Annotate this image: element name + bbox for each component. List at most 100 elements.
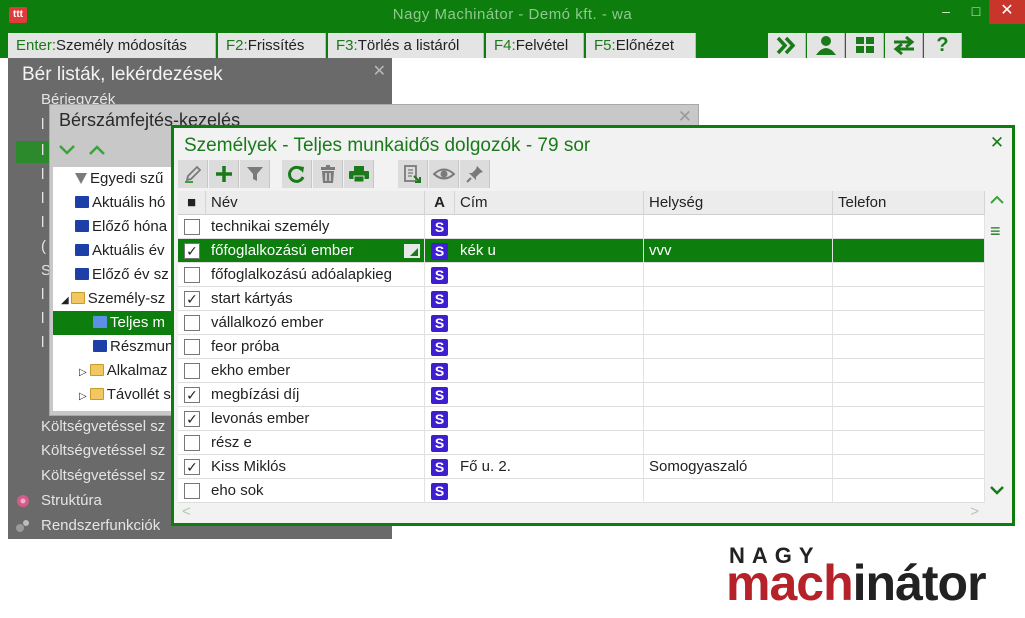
enter-modify-button[interactable]: Enter:Személy módosítás [8,33,216,58]
table-row[interactable]: technikai személy S [178,215,985,239]
nav-item-stub[interactable]: l [41,190,44,207]
f2-refresh-button[interactable]: F2:Frissítés [218,33,326,58]
print-button[interactable] [344,160,374,188]
row-checkbox[interactable]: ✓ [184,243,200,259]
row-checkbox[interactable] [184,435,200,451]
table-row[interactable]: feor próba S [178,335,985,359]
tree-item-person-folder[interactable]: ◢ Személy-sz [53,287,171,311]
row-checkbox[interactable] [184,339,200,355]
filter-button[interactable] [240,160,270,188]
tree-item-previous-year[interactable]: Előző év sz [53,263,171,287]
row-checkbox[interactable] [184,315,200,331]
table-row-selected[interactable]: ✓ főfoglalkozású ember S kék u vvv [178,239,985,263]
folder-icon [70,292,85,304]
scroll-up-icon[interactable] [990,195,1004,205]
nav-item-stub[interactable]: l [41,142,44,159]
grid-button[interactable] [846,33,884,58]
table-row[interactable]: ✓ Kiss Miklós S Fő u. 2. Somogyaszaló [178,455,985,479]
nav-item-stub[interactable]: l [41,214,44,231]
tree-item-part-time[interactable]: Részmun [53,335,171,359]
table-row[interactable]: ✓ start kártyás S [178,287,985,311]
cell-edit-handle-icon[interactable] [404,244,420,258]
column-header-address[interactable]: Cím [455,191,644,215]
add-icon [215,166,232,182]
close-button[interactable]: ✕ [989,0,1025,24]
tree-item-full-time[interactable]: Teljes m [53,311,171,335]
add-button[interactable] [209,160,239,188]
user-icon [816,36,836,55]
nav-item-koltsegvetes-2[interactable]: Költségvetéssel sz [41,442,165,459]
chevron-down-icon[interactable] [58,143,76,157]
row-checkbox[interactable] [184,267,200,283]
export-button[interactable] [398,160,428,188]
delete-button[interactable] [313,160,343,188]
main-toolbar: Enter:Személy módosítás F2:Frissítés F3:… [0,31,1025,58]
row-checkbox[interactable]: ✓ [184,459,200,475]
f5-preview-button[interactable]: F5:Előnézet [586,33,696,58]
row-checkbox[interactable] [184,219,200,235]
nav-item-stub[interactable]: l [41,166,44,183]
row-checkbox[interactable]: ✓ [184,387,200,403]
fast-forward-button[interactable] [768,33,806,58]
table-row[interactable]: ✓ megbízási díj S [178,383,985,407]
tree-item-current-year[interactable]: Aktuális év [53,239,171,263]
cell-name: főfoglalkozású adóalapkieg [206,263,425,287]
user-button[interactable] [807,33,845,58]
chevron-up-icon[interactable] [88,143,106,157]
nav-item-stub[interactable]: l [41,286,44,303]
vertical-scrollbar[interactable]: ≡ [986,191,1008,503]
refresh-button[interactable] [282,160,312,188]
scroll-left-icon[interactable]: < [182,503,191,520]
nav-item-koltsegvetes-3[interactable]: Költségvetéssel sz [41,467,165,484]
scroll-right-icon[interactable]: > [970,503,979,520]
table-row[interactable]: vállalkozó ember S [178,311,985,335]
panel-close-icon[interactable]: ✕ [373,61,386,81]
row-checkbox[interactable]: ✓ [184,291,200,307]
table-row[interactable]: főfoglalkozású adóalapkieg S [178,263,985,287]
maximize-button[interactable]: □ [963,0,989,24]
nav-item-rendszerfunkciok[interactable]: Rendszerfunkciók [41,517,160,534]
nav-item-stub[interactable]: l [41,310,44,327]
column-header-phone[interactable]: Telefon [833,191,985,215]
edit-button[interactable] [178,160,208,188]
nav-item-stub[interactable]: ( [41,238,46,255]
row-checkbox[interactable]: ✓ [184,411,200,427]
view-button[interactable] [429,160,459,188]
tree-item-current-month[interactable]: Aktuális hó [53,191,171,215]
swap-button[interactable] [885,33,923,58]
horizontal-scrollbar[interactable]: < > [178,503,985,521]
key-label: F5: [594,37,616,54]
table-row[interactable]: ✓ levonás ember S [178,407,985,431]
tree-item-custom-filter[interactable]: Egyedi szű [53,167,171,191]
panel-close-icon[interactable]: ✕ [678,107,692,127]
row-checkbox[interactable] [184,363,200,379]
tree-item-previous-month[interactable]: Előző hóna [53,215,171,239]
pin-button[interactable] [460,160,490,188]
tree-item-label: Előző hóna [92,218,168,235]
nav-item-stub[interactable]: l [41,334,44,351]
table-row[interactable]: ekho ember S [178,359,985,383]
scroll-down-icon[interactable] [990,485,1004,495]
status-badge: S [431,411,448,428]
f4-add-button[interactable]: F4:Felvétel [486,33,584,58]
cell-phone [833,239,985,263]
nav-item-struktura[interactable]: Struktúra [41,492,102,509]
column-header-name[interactable]: Név [206,191,425,215]
help-button[interactable]: ? [924,33,962,58]
column-header-a[interactable]: A [425,191,455,215]
column-header-city[interactable]: Helység [644,191,833,215]
nav-item-koltsegvetes-1[interactable]: Költségvetéssel sz [41,418,165,435]
tree-item-employment-folder[interactable]: ▷ Alkalmaz [53,359,171,383]
nav-item-stub[interactable]: l [41,116,44,133]
table-row[interactable]: eho sok S [178,479,985,503]
f3-delete-button[interactable]: F3:Törlés a listáról [328,33,484,58]
system-functions-icon [14,518,32,538]
select-all-checkbox[interactable]: ■ [178,191,206,215]
row-checkbox[interactable] [184,483,200,499]
table-header: ■ Név A Cím Helység Telefon [178,191,985,215]
tree-item-absence-folder[interactable]: ▷ Távollét s [53,383,171,407]
dialog-close-button[interactable]: ✕ [987,133,1007,153]
table-row[interactable]: rész e S [178,431,985,455]
minimize-button[interactable]: – [929,0,963,24]
scroll-menu-icon[interactable]: ≡ [990,221,1001,242]
